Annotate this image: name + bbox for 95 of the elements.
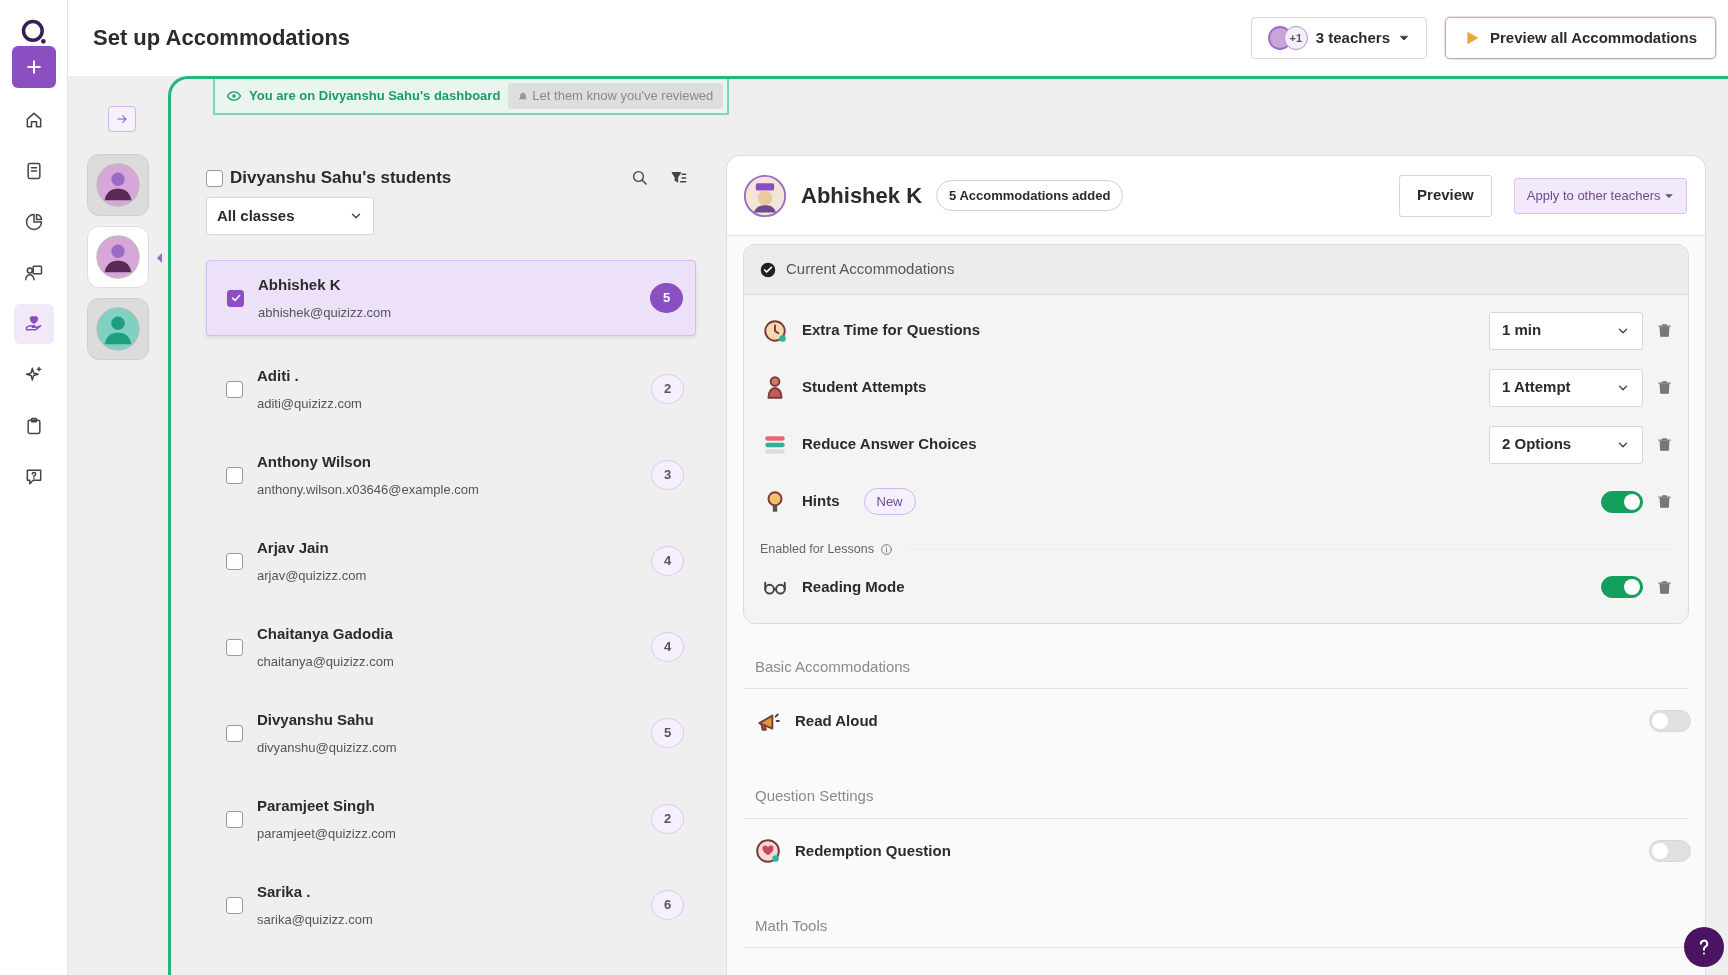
student-name: Abhishek K [258,275,342,295]
student-email: sarika@quizizz.com [257,910,374,929]
class-filter-dropdown[interactable]: All classes [206,197,374,235]
teachers-dropdown[interactable]: +1 3 teachers [1250,17,1427,59]
banner-text: You are on Divyanshu Sahu's dashboard [249,87,501,106]
value-dropdown[interactable]: 1 Attempt [1489,368,1643,407]
student-name-heading: Abhishek K [801,182,923,210]
student-row[interactable]: Chaitanya Gadodia chaitanya@quizizz.com 4 [206,604,696,690]
student-checkbox[interactable] [226,380,243,398]
accommodation-count: 2 [651,804,684,834]
student-row[interactable]: Arjav Jain arjav@quizizz.com 4 [206,518,696,604]
person-icon [95,234,141,280]
toggle-switch[interactable] [1601,490,1643,513]
bell-icon [518,91,529,101]
section-heading: Math Tools [743,882,1689,949]
apply-to-teachers-button[interactable]: Apply to other teachers [1513,177,1687,214]
student-email: divyanshu@quizizz.com [257,738,398,757]
section-heading: Basic Accommodations [743,623,1689,690]
student-row[interactable]: Anthony Wilson anthony.wilson.x03646@example.com 3 [206,432,696,518]
section-heading: Question Settings [743,753,1689,819]
logo-icon [19,18,48,46]
accommodation-count: 4 [651,632,684,662]
heart-hand-icon [23,314,44,334]
trash-icon[interactable] [1657,323,1672,338]
accommodation-label: Reading Mode [802,577,905,597]
lessons-label: Enabled for Lessons [760,541,874,558]
student-name: Anthony Wilson [257,452,373,472]
trash-icon[interactable] [1657,494,1672,509]
current-accommodations-title: Current Accommodations [786,259,955,280]
person-icon [95,162,141,208]
student-name: Paramjeet Singh [257,796,376,816]
person-icon [95,306,141,352]
student-checkbox[interactable] [226,896,243,914]
student-row[interactable]: Abhishek K abhishek@quizizz.com 5 [206,260,696,336]
pie-chart-icon [23,212,44,232]
accommodation-label: Read Aloud [795,711,878,731]
student-email: chaitanya@quizizz.com [257,652,395,671]
accommodation-label: Extra Time for Questions [802,320,981,341]
arrow-right-icon [115,112,129,126]
student-name: Chaitanya Gadodia [257,624,394,644]
check-icon [229,292,242,304]
student-avatar-icon [743,173,787,218]
toggle-switch[interactable] [1601,576,1643,599]
trash-icon[interactable] [1657,579,1672,595]
accommodation-count: 2 [651,374,684,404]
accommodation-count: 5 [651,718,684,748]
student-checkbox[interactable] [226,466,243,484]
accommodation-label: Reduce Answer Choices [802,434,977,455]
student-checkbox[interactable] [227,289,244,307]
trash-icon[interactable] [1657,380,1672,395]
select-all-checkbox[interactable] [206,169,223,187]
student-email: anthony.wilson.x03646@example.com [257,480,480,499]
student-checkbox[interactable] [226,810,243,828]
trash-icon[interactable] [1657,437,1672,452]
heart-badge-icon [755,837,781,864]
student-checkbox[interactable] [226,638,243,656]
student-email: abhishek@quizizz.com [258,303,393,322]
page-title: Set up Accommodations [93,24,351,52]
sidebar-item[interactable] [13,304,54,344]
accommodation-count: 4 [651,546,684,576]
preview-button[interactable]: Preview [1399,174,1492,217]
create-button[interactable] [11,46,56,88]
student-name: Arjav Jain [257,538,330,558]
student-email: arjav@quizizz.com [257,566,368,585]
info-icon [879,542,893,556]
value-dropdown[interactable]: 2 Options [1489,425,1643,464]
student-name: Sarika . [257,882,312,902]
student-name: Aditi . [257,366,300,386]
value-dropdown[interactable]: 1 min [1489,311,1643,350]
student-row[interactable]: Aditi . aditi@quizizz.com 2 [206,346,696,432]
student-checkbox[interactable] [226,724,243,742]
student-email: paramjeet@quizizz.com [257,824,397,843]
presenter-icon [23,263,44,283]
accommodation-count: 6 [651,890,684,920]
new-tag: New [863,487,916,516]
student-row[interactable]: Sarika . sarika@quizizz.com 6 [206,862,696,948]
accommodation-count: 5 [650,283,683,313]
accommodation-count: 3 [651,460,684,490]
student-row[interactable]: Paramjeet Singh paramjeet@quizizz.com 2 [206,776,696,862]
check-circle-icon [760,261,776,278]
accommodation-label: Student Attempts [802,377,927,398]
teacher-avatar[interactable] [87,154,149,216]
student-row[interactable]: Divyanshu Sahu divyanshu@quizizz.com 5 [206,690,696,776]
accommodation-label: Redemption Question [795,840,951,861]
search-icon[interactable] [631,169,649,187]
clock-icon [762,317,788,344]
student-email: aditi@quizizz.com [257,394,363,413]
student-name: Divyanshu Sahu [257,710,375,730]
students-title: Divyanshu Sahu's students [230,167,453,190]
play-icon [1464,30,1480,46]
student-checkbox[interactable] [226,552,243,570]
preview-all-button[interactable]: Preview all Accommodations [1445,17,1716,59]
eye-icon [227,89,241,103]
accommodation-label: Hints [802,491,840,512]
accommodations-count-badge: 5 Accommodations added [936,179,1124,212]
